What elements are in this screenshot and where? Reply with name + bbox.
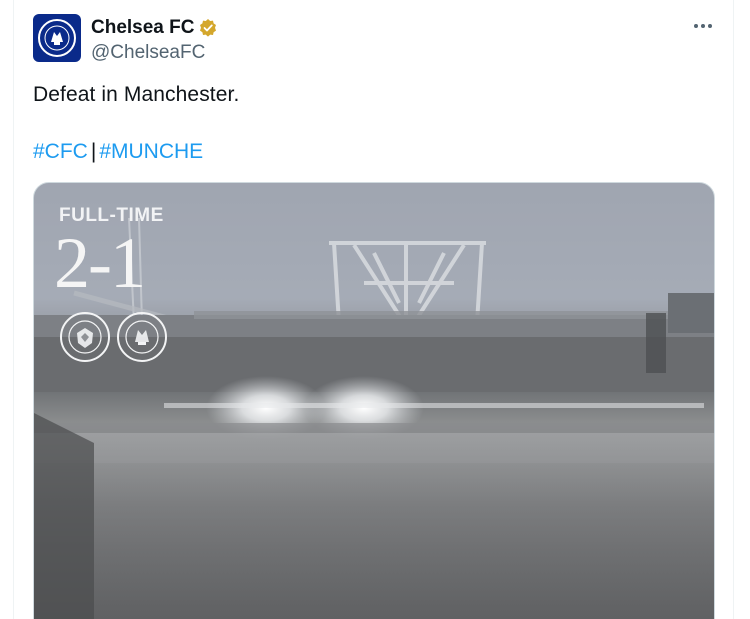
account-names: Chelsea FC @ChelseaFC xyxy=(91,16,218,64)
manchester-united-crest-icon xyxy=(59,311,111,363)
more-dot xyxy=(701,24,705,28)
name-row: Chelsea FC xyxy=(91,16,218,40)
hashtag-cfc[interactable]: #CFC xyxy=(33,140,88,163)
timeline-border-left xyxy=(13,0,14,619)
verified-badge-icon[interactable] xyxy=(198,18,218,38)
hashtags-row: #CFC | #MUNCHE xyxy=(33,140,203,164)
more-options-icon[interactable] xyxy=(691,14,715,38)
hashtag-separator: | xyxy=(90,140,97,163)
more-dot xyxy=(694,24,698,28)
chelsea-crest-icon xyxy=(38,19,76,57)
avatar[interactable] xyxy=(33,14,81,62)
match-score: 2-1 xyxy=(54,223,146,303)
chelsea-crest-icon xyxy=(116,311,168,363)
tweet-header: Chelsea FC @ChelseaFC xyxy=(33,14,218,64)
display-name[interactable]: Chelsea FC xyxy=(91,17,194,39)
tweet-text: Defeat in Manchester. xyxy=(33,83,240,106)
timeline-border-right xyxy=(733,0,734,619)
more-dot xyxy=(708,24,712,28)
tweet-image[interactable]: FULL-TIME 2-1 xyxy=(33,182,715,619)
hashtag-munche[interactable]: #MUNCHE xyxy=(99,140,203,163)
handle[interactable]: @ChelseaFC xyxy=(91,42,218,64)
